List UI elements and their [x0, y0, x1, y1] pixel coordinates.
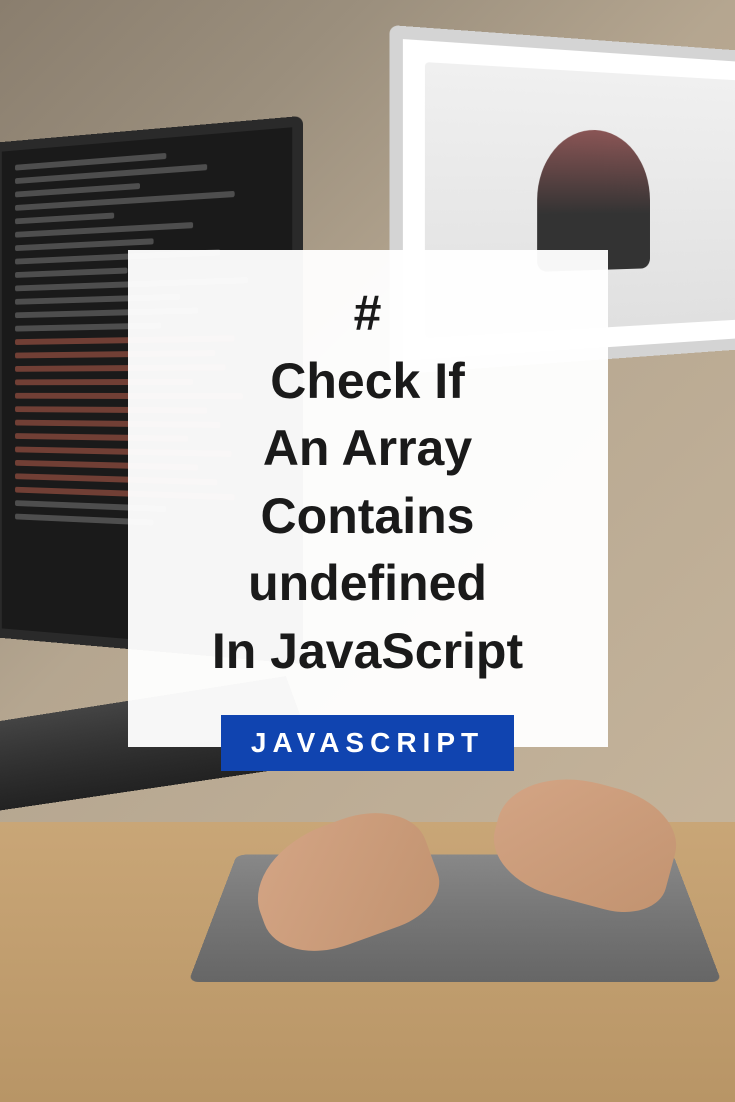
hash-symbol: # [354, 285, 382, 341]
title-line-1: Check If [270, 353, 465, 409]
card-title: # Check If An Array Contains undefined I… [158, 280, 578, 685]
left-hand [240, 795, 450, 969]
category-badge: JAVASCRIPT [221, 715, 514, 771]
hands [255, 782, 675, 982]
right-hand [483, 761, 688, 923]
title-line-4: undefined [248, 555, 487, 611]
title-card: # Check If An Array Contains undefined I… [128, 250, 608, 747]
title-line-3: Contains [261, 488, 475, 544]
title-line-2: An Array [263, 420, 472, 476]
title-line-5: In JavaScript [212, 623, 523, 679]
